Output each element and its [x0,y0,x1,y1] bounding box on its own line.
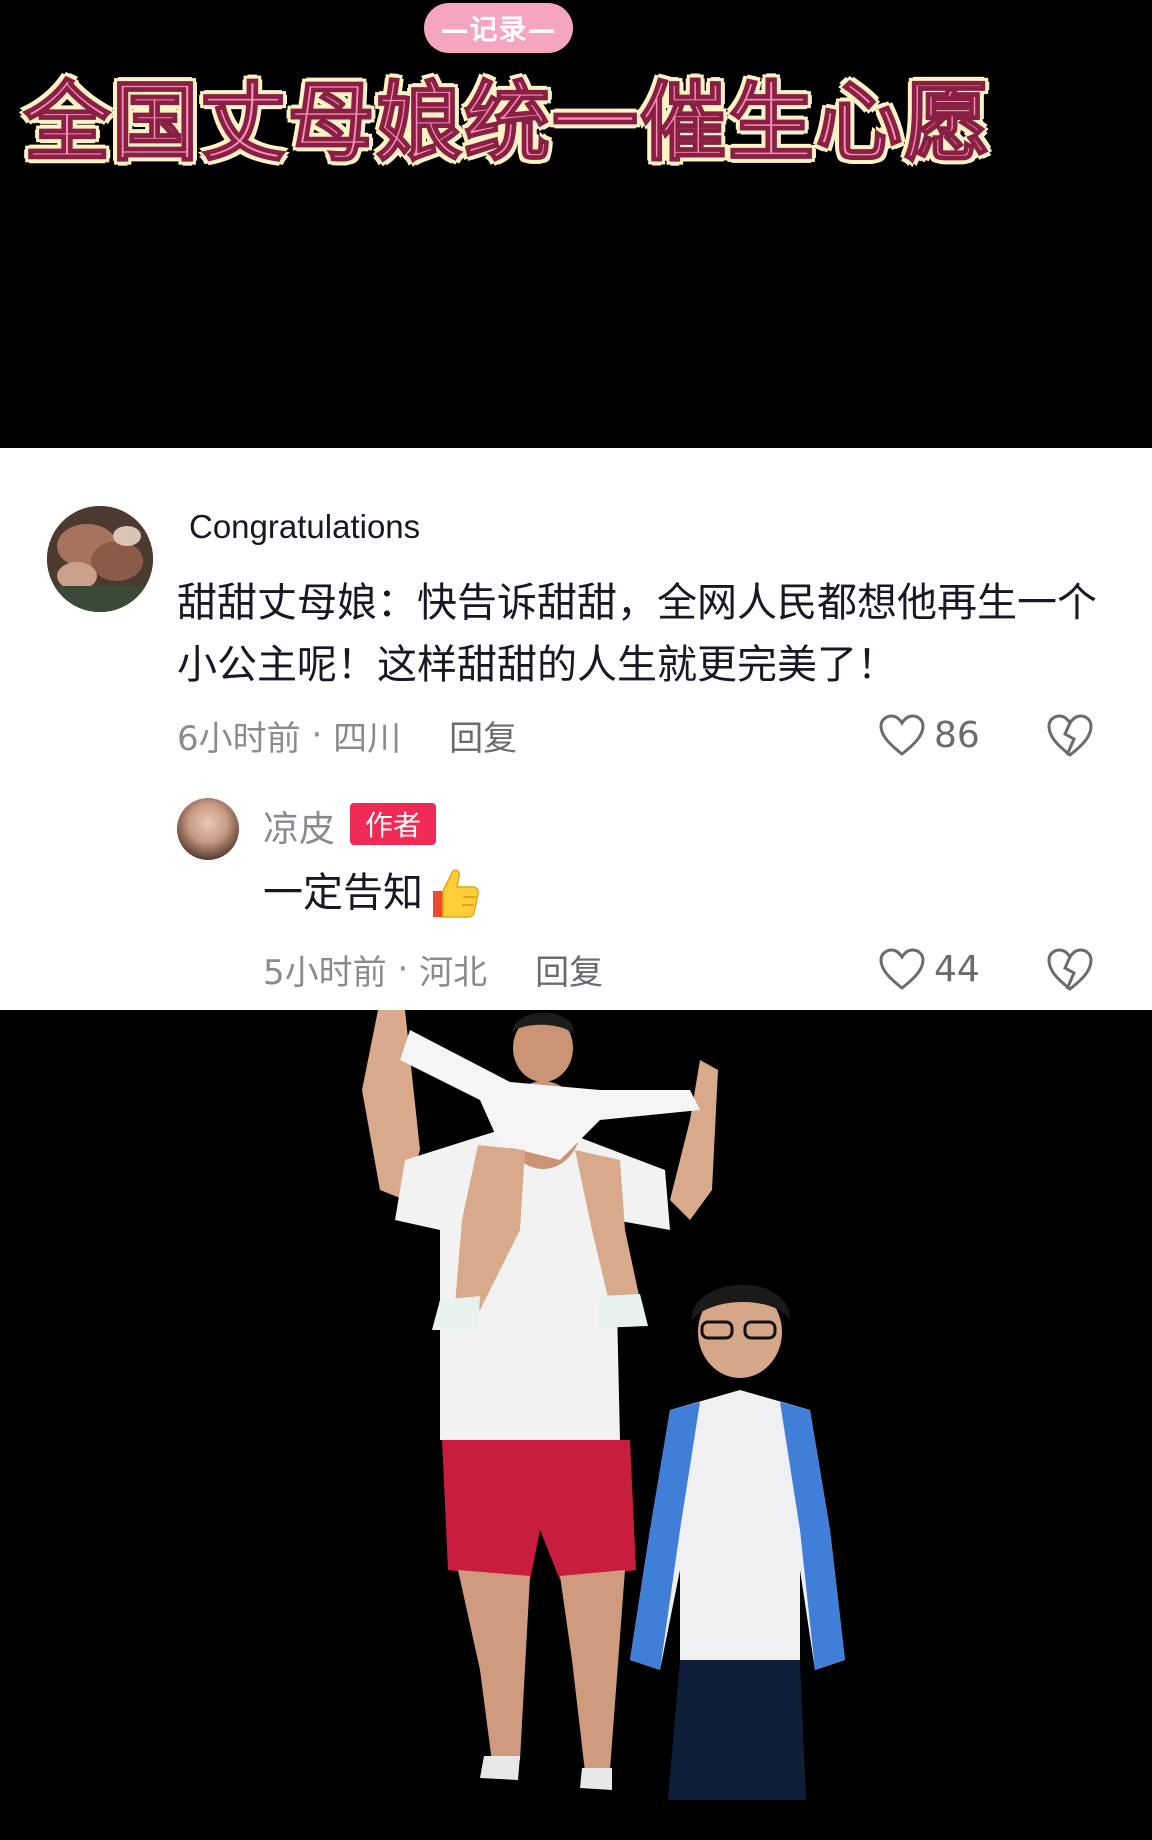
comment-panel: Congratulations 甜甜丈母娘：快告诉甜甜，全网人民都想他再生一个小… [0,448,1152,1010]
heart-outline-icon [879,714,925,756]
comment-location: 四川 [333,718,402,759]
header-area: —记录— 全国丈母娘统一催生心愿 [0,0,1152,448]
thumbs-up-emoji-icon [433,869,479,918]
avatar-image [47,506,153,612]
reply-username[interactable]: 凉皮 [263,800,335,852]
broken-heart-icon[interactable] [1045,712,1095,758]
family-photo-image [362,1010,845,1800]
record-tag: —记录— [424,3,573,53]
like-count: 86 [934,714,980,756]
meta-separator: · [300,715,334,755]
comment-time: 6小时前 [177,718,301,759]
reply-text-content: 一定告知 [263,870,423,916]
reply-text: 一定告知 [263,862,481,924]
comment-username[interactable]: Congratulations [189,508,420,546]
reply-avatar[interactable] [177,798,239,860]
comment-text: 甜甜丈母娘：快告诉甜甜，全网人民都想他再生一个小公主呢！这样甜甜的人生就更完美了… [177,580,1097,688]
banner-title: 全国丈母娘统一催生心愿 [23,72,992,174]
reply-button[interactable]: 回复 [449,711,517,760]
family-photo-cutout [0,1010,1152,1840]
avatar[interactable] [47,506,153,612]
like-button[interactable]: 86 [878,710,980,760]
author-badge: 作者 [350,803,436,845]
